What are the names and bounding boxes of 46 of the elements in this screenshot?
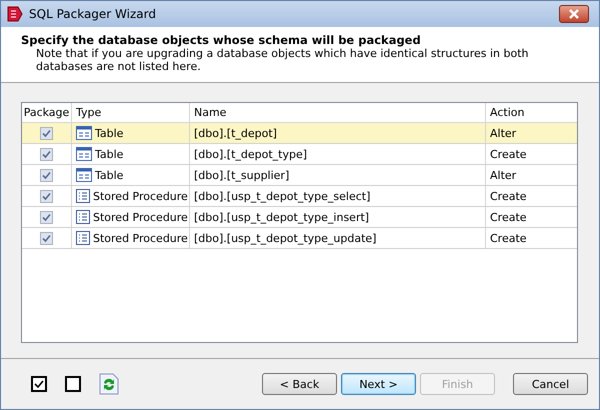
action-cell: Alter bbox=[490, 126, 516, 140]
column-header[interactable]: Package bbox=[22, 103, 72, 122]
table-row[interactable]: Stored Procedure [dbo].[usp_t_depot_type_update] Create bbox=[22, 228, 577, 249]
checkbox[interactable] bbox=[40, 232, 53, 244]
app-icon bbox=[7, 6, 23, 22]
table-row[interactable]: Stored Procedure [dbo].[usp_t_depot_type_select] Create bbox=[22, 186, 577, 207]
name-cell: [dbo].[usp_t_depot_type_select] bbox=[194, 190, 370, 202]
table-row[interactable]: Table [dbo].[t_supplier] Alter bbox=[22, 165, 577, 186]
check-all-icon[interactable] bbox=[31, 376, 47, 392]
page-note: Note that if you are upgrading a database objects which have identical structures in both databases are not listed here. bbox=[35, 47, 530, 73]
type-cell: Stored Procedure bbox=[93, 210, 188, 224]
checkbox[interactable] bbox=[40, 210, 53, 224]
action-cell: Create bbox=[490, 210, 527, 224]
type-cell: Stored Procedure bbox=[93, 190, 188, 202]
wizard-button[interactable]: < Back bbox=[262, 373, 337, 395]
name-cell: [dbo].[usp_t_depot_type_update] bbox=[194, 232, 376, 244]
name-cell: [dbo].[t_depot] bbox=[194, 126, 277, 140]
column-header[interactable]: Type bbox=[72, 103, 190, 122]
checkbox[interactable] bbox=[40, 126, 53, 140]
type-cell: Stored Procedure bbox=[93, 232, 188, 244]
refresh-icon[interactable] bbox=[99, 373, 119, 395]
checkbox[interactable] bbox=[40, 148, 53, 160]
name-cell: [dbo].[t_supplier] bbox=[194, 168, 290, 182]
close-icon bbox=[568, 9, 580, 19]
action-cell: Alter bbox=[490, 168, 516, 182]
type-cell: Table bbox=[95, 148, 124, 160]
action-cell: Create bbox=[490, 190, 527, 202]
wizard-button[interactable]: Cancel bbox=[513, 373, 588, 395]
name-cell: [dbo].[usp_t_depot_type_insert] bbox=[194, 210, 370, 224]
checkbox[interactable] bbox=[40, 190, 53, 202]
action-cell: Create bbox=[490, 232, 527, 244]
type-cell: Table bbox=[95, 168, 124, 182]
close-button[interactable] bbox=[559, 5, 589, 23]
wizard-button[interactable]: Next > bbox=[341, 373, 416, 395]
window-title: SQL Packager Wizard bbox=[29, 7, 157, 21]
column-header[interactable]: Action bbox=[486, 103, 577, 122]
column-header[interactable]: Name bbox=[190, 103, 486, 122]
action-cell: Create bbox=[490, 148, 527, 160]
uncheck-all-icon[interactable] bbox=[65, 376, 81, 392]
table-row[interactable]: Table [dbo].[t_depot_type] Create bbox=[22, 144, 577, 165]
table-row[interactable]: Table [dbo].[t_depot] Alter bbox=[22, 123, 577, 144]
page-heading: Specify the database objects whose schema will be packaged bbox=[21, 33, 422, 47]
table-row[interactable]: Stored Procedure [dbo].[usp_t_depot_type_insert] Create bbox=[22, 207, 577, 228]
checkbox[interactable] bbox=[40, 168, 53, 182]
name-cell: [dbo].[t_depot_type] bbox=[194, 148, 308, 160]
type-cell: Table bbox=[95, 126, 124, 140]
